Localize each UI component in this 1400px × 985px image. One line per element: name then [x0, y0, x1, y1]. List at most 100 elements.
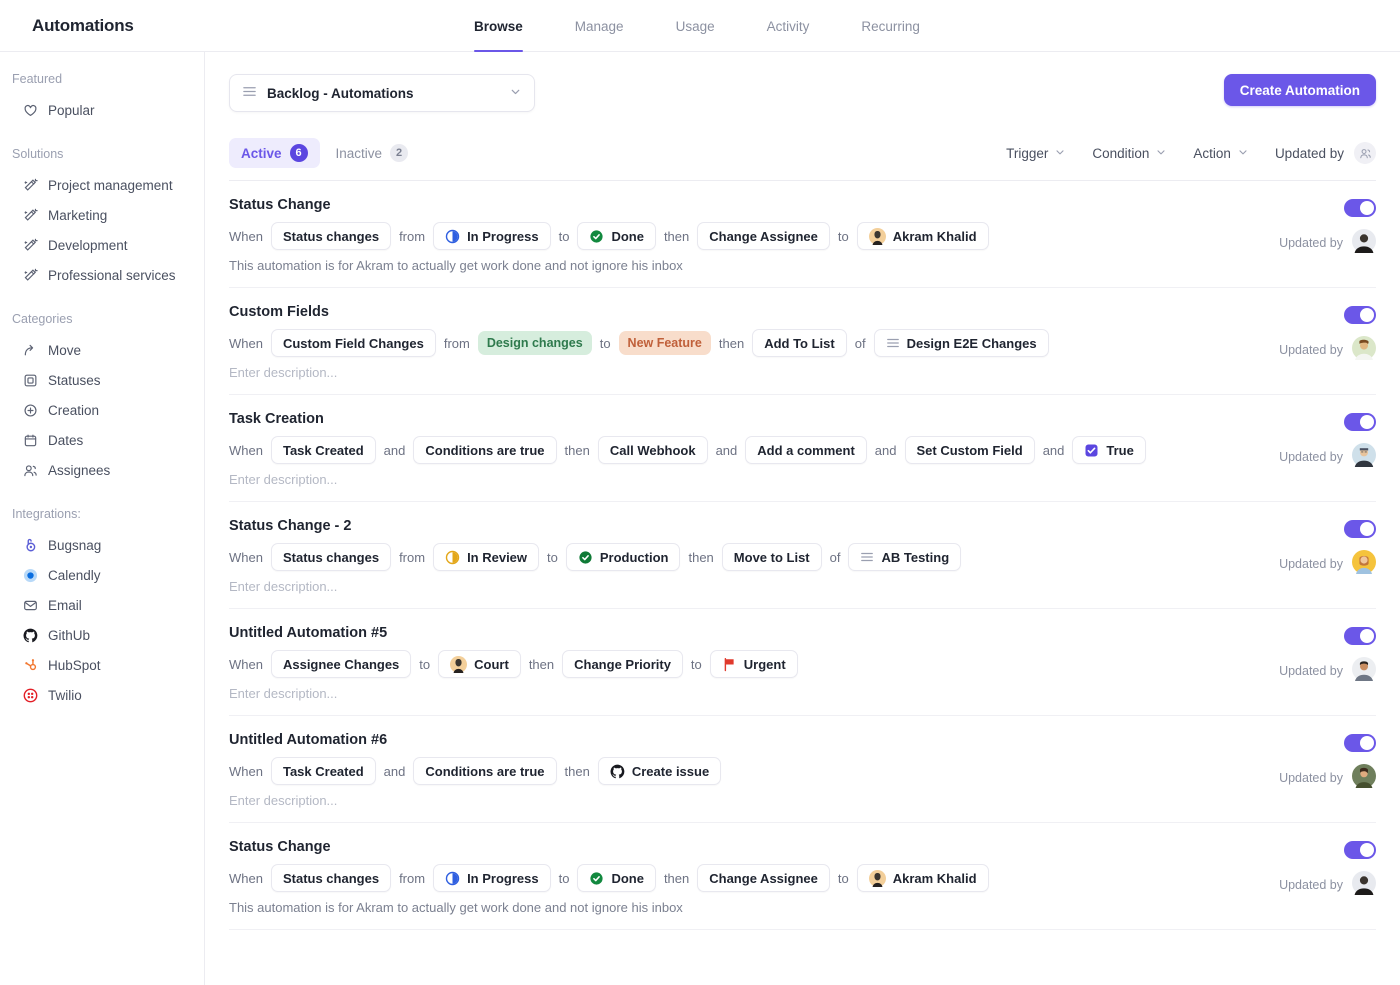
- sidebar-item-hubspot[interactable]: HubSpot: [0, 650, 204, 680]
- rule-chip[interactable]: Done: [577, 864, 656, 892]
- automation-title[interactable]: Untitled Automation #6: [229, 732, 1226, 748]
- rule-chip[interactable]: Change Assignee: [697, 222, 830, 250]
- rule-chip[interactable]: Task Created: [271, 436, 376, 464]
- rule-chip[interactable]: Done: [577, 222, 656, 250]
- avatar[interactable]: [1352, 443, 1376, 470]
- rule-chip[interactable]: Akram Khalid: [857, 222, 989, 250]
- filter-updated-by[interactable]: Updated by: [1275, 142, 1376, 164]
- sidebar-item-move[interactable]: Move: [0, 335, 204, 365]
- rule-chip-label: Design E2E Changes: [907, 336, 1037, 351]
- sidebar-item-bugsnag[interactable]: Bugsnag: [0, 530, 204, 560]
- avatar[interactable]: [1352, 657, 1376, 684]
- rule-chip[interactable]: Move to List: [722, 543, 822, 571]
- sidebar-item-assignees[interactable]: Assignees: [0, 455, 204, 485]
- automation-enable-toggle[interactable]: [1344, 413, 1376, 431]
- rule-chip[interactable]: Change Assignee: [697, 864, 830, 892]
- rule-chip[interactable]: Add a comment: [745, 436, 867, 464]
- segment-active[interactable]: Active6: [229, 138, 320, 168]
- rule-chip[interactable]: Akram Khalid: [857, 864, 989, 892]
- sidebar-item-creation[interactable]: Creation: [0, 395, 204, 425]
- rule-chip[interactable]: True: [1072, 436, 1145, 464]
- tab-manage[interactable]: Manage: [575, 0, 624, 52]
- rule-chip[interactable]: Create issue: [598, 757, 721, 785]
- filter-condition[interactable]: Condition: [1092, 146, 1167, 161]
- tab-usage[interactable]: Usage: [676, 0, 715, 52]
- sidebar-item-marketing[interactable]: Marketing: [0, 200, 204, 230]
- sidebar-item-email[interactable]: Email: [0, 590, 204, 620]
- automation-title[interactable]: Status Change: [229, 197, 1226, 213]
- rule-chip[interactable]: Status changes: [271, 222, 391, 250]
- automation-row[interactable]: Untitled Automation #6WhenTask Createdan…: [229, 716, 1376, 823]
- rule-chip[interactable]: AB Testing: [848, 543, 961, 571]
- rule-chip[interactable]: Add To List: [752, 329, 847, 357]
- rule-chip[interactable]: In Review: [433, 543, 539, 571]
- automation-enable-toggle[interactable]: [1344, 306, 1376, 324]
- rule-chip[interactable]: Change Priority: [562, 650, 683, 678]
- rule-chip[interactable]: Conditions are true: [413, 436, 556, 464]
- rule-chip[interactable]: Design E2E Changes: [874, 329, 1049, 357]
- rule-chip[interactable]: Assignee Changes: [271, 650, 411, 678]
- sidebar-item-project-management[interactable]: Project management: [0, 170, 204, 200]
- automation-row[interactable]: Task CreationWhenTask CreatedandConditio…: [229, 395, 1376, 502]
- sidebar-item-development[interactable]: Development: [0, 230, 204, 260]
- sidebar-item-dates[interactable]: Dates: [0, 425, 204, 455]
- automation-title[interactable]: Task Creation: [229, 411, 1226, 427]
- automation-description[interactable]: This automation is for Akram to actually…: [229, 900, 1226, 915]
- sidebar-item-statuses[interactable]: Statuses: [0, 365, 204, 395]
- automation-row[interactable]: Status Change - 2WhenStatus changesfromI…: [229, 502, 1376, 609]
- automation-title[interactable]: Untitled Automation #5: [229, 625, 1226, 641]
- rule-chip[interactable]: In Progress: [433, 864, 551, 892]
- sidebar-item-professional-services[interactable]: Professional services: [0, 260, 204, 290]
- automation-enable-toggle[interactable]: [1344, 627, 1376, 645]
- automation-title[interactable]: Status Change - 2: [229, 518, 1226, 534]
- sidebar-item-twilio[interactable]: Twilio: [0, 680, 204, 710]
- avatar[interactable]: [1352, 871, 1376, 898]
- segment-inactive[interactable]: Inactive2: [324, 138, 421, 168]
- rule-chip[interactable]: Production: [566, 543, 681, 571]
- rule-connector: from: [399, 229, 425, 244]
- tab-activity[interactable]: Activity: [767, 0, 810, 52]
- automation-enable-toggle[interactable]: [1344, 841, 1376, 859]
- avatar[interactable]: [1352, 336, 1376, 363]
- avatar[interactable]: [1352, 229, 1376, 256]
- automation-title[interactable]: Status Change: [229, 839, 1226, 855]
- rule-chip[interactable]: Court: [438, 650, 521, 678]
- automation-enable-toggle[interactable]: [1344, 734, 1376, 752]
- rule-chip[interactable]: Status changes: [271, 543, 391, 571]
- rule-chip[interactable]: Task Created: [271, 757, 376, 785]
- automation-enable-toggle[interactable]: [1344, 199, 1376, 217]
- automation-row[interactable]: Status ChangeWhenStatus changesfromIn Pr…: [229, 823, 1376, 930]
- rule-tag-chip[interactable]: Design changes: [478, 331, 592, 355]
- rule-chip[interactable]: Status changes: [271, 864, 391, 892]
- sidebar-item-calendly[interactable]: Calendly: [0, 560, 204, 590]
- filter-trigger[interactable]: Trigger: [1006, 146, 1066, 161]
- create-automation-button[interactable]: Create Automation: [1224, 74, 1376, 106]
- automation-description[interactable]: This automation is for Akram to actually…: [229, 258, 1226, 273]
- rule-chip[interactable]: Conditions are true: [413, 757, 556, 785]
- automation-description[interactable]: Enter description...: [229, 793, 1226, 808]
- tab-recurring[interactable]: Recurring: [861, 0, 920, 52]
- automation-description[interactable]: Enter description...: [229, 365, 1226, 380]
- automation-description[interactable]: Enter description...: [229, 686, 1226, 701]
- filter-action[interactable]: Action: [1193, 146, 1249, 161]
- rule-chip[interactable]: Set Custom Field: [905, 436, 1035, 464]
- rule-chip[interactable]: Call Webhook: [598, 436, 708, 464]
- rule-tag-chip[interactable]: New Feature: [619, 331, 711, 355]
- automation-description[interactable]: Enter description...: [229, 579, 1226, 594]
- avatar[interactable]: [1352, 764, 1376, 791]
- automation-description[interactable]: Enter description...: [229, 472, 1226, 487]
- automation-row[interactable]: Custom FieldsWhenCustom Field Changesfro…: [229, 288, 1376, 395]
- rule-chip[interactable]: In Progress: [433, 222, 551, 250]
- automation-enable-toggle[interactable]: [1344, 520, 1376, 538]
- filter-label: Trigger: [1006, 146, 1048, 161]
- avatar[interactable]: [1352, 550, 1376, 577]
- rule-chip[interactable]: Custom Field Changes: [271, 329, 436, 357]
- list-select-dropdown[interactable]: Backlog - Automations: [229, 74, 535, 112]
- sidebar-item-github[interactable]: GithUb: [0, 620, 204, 650]
- rule-chip[interactable]: Urgent: [710, 650, 798, 678]
- automation-row[interactable]: Status ChangeWhenStatus changesfromIn Pr…: [229, 181, 1376, 288]
- automation-row[interactable]: Untitled Automation #5WhenAssignee Chang…: [229, 609, 1376, 716]
- automation-title[interactable]: Custom Fields: [229, 304, 1226, 320]
- tab-browse[interactable]: Browse: [474, 0, 523, 52]
- sidebar-item-popular[interactable]: Popular: [0, 95, 204, 125]
